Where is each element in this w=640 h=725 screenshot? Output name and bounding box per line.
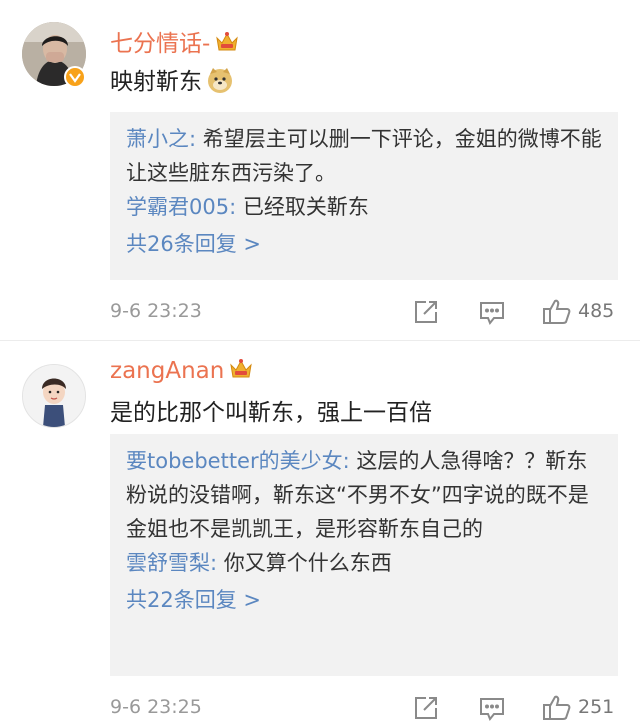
reply-text: 你又算个什么东西 [223, 551, 392, 575]
reply-username[interactable]: 学霸君005 [126, 195, 229, 219]
comment-item: 七分情话- 映射靳东 萧小之: 希望层主可以删一下评论，金姐的微博不能让这些脏东… [0, 0, 640, 341]
avatar[interactable] [22, 364, 86, 428]
timestamp: 9-6 23:23 [110, 300, 202, 322]
forward-icon[interactable] [412, 694, 440, 722]
doge-emoji-icon [206, 66, 234, 94]
comment-footer: 9-6 23:23 485 [110, 298, 620, 328]
reply-text: 已经取关靳东 [242, 195, 369, 219]
comment-item: zangAnan 是的比那个叫靳东，强上一百倍 要tobebetter的美少女:… [0, 341, 640, 725]
more-replies-link[interactable]: 共26条回复 > [126, 226, 602, 262]
forward-icon[interactable] [412, 298, 440, 326]
reply-item[interactable]: 萧小之: 希望层主可以删一下评论，金姐的微博不能让这些脏东西污染了。 [126, 122, 602, 190]
reply-item[interactable]: 要tobebetter的美少女: 这层的人急得啥？？靳东粉说的没错啊，靳东这“不… [126, 444, 602, 546]
reply-username[interactable]: 雲舒雪梨 [126, 551, 210, 575]
like-icon[interactable] [542, 298, 572, 326]
username[interactable]: zangAnan [110, 357, 254, 384]
username[interactable]: 七分情话- [110, 24, 240, 58]
verified-badge-icon [64, 66, 86, 88]
comment-icon[interactable] [478, 298, 506, 326]
comment-icon[interactable] [478, 694, 506, 722]
like-count: 485 [578, 300, 615, 322]
like-icon[interactable] [542, 694, 572, 722]
reply-colon: : [342, 449, 357, 473]
reply-colon: : [189, 127, 203, 151]
timestamp: 9-6 23:25 [110, 696, 202, 718]
reply-colon: : [210, 551, 224, 575]
reply-item[interactable]: 雲舒雪梨: 你又算个什么东西 [126, 546, 602, 580]
more-replies-link[interactable]: 共22条回复 > [126, 582, 602, 618]
comment-footer: 9-6 23:25 251 [110, 694, 620, 724]
like-count: 251 [578, 696, 615, 718]
reply-username[interactable]: 要tobebetter的美少女 [126, 449, 343, 473]
comment-text-body: 是的比那个叫靳东，强上一百倍 [110, 400, 432, 426]
comment-text: 是的比那个叫靳东，强上一百倍 [110, 393, 432, 427]
comment-text-body: 映射靳东 [110, 69, 202, 95]
reply-username[interactable]: 萧小之 [126, 127, 189, 151]
reply-preview-box[interactable]: 要tobebetter的美少女: 这层的人急得啥？？靳东粉说的没错啊，靳东这“不… [110, 434, 618, 676]
username-text[interactable]: 七分情话- [110, 31, 210, 57]
reply-item[interactable]: 学霸君005: 已经取关靳东 [126, 190, 602, 224]
crown-badge-icon [214, 30, 240, 54]
crown-badge-icon [228, 357, 254, 381]
reply-colon: : [229, 195, 243, 219]
reply-preview-box[interactable]: 萧小之: 希望层主可以删一下评论，金姐的微博不能让这些脏东西污染了。 学霸君00… [110, 112, 618, 280]
comment-text: 映射靳东 [110, 62, 234, 96]
username-text[interactable]: zangAnan [110, 358, 224, 384]
